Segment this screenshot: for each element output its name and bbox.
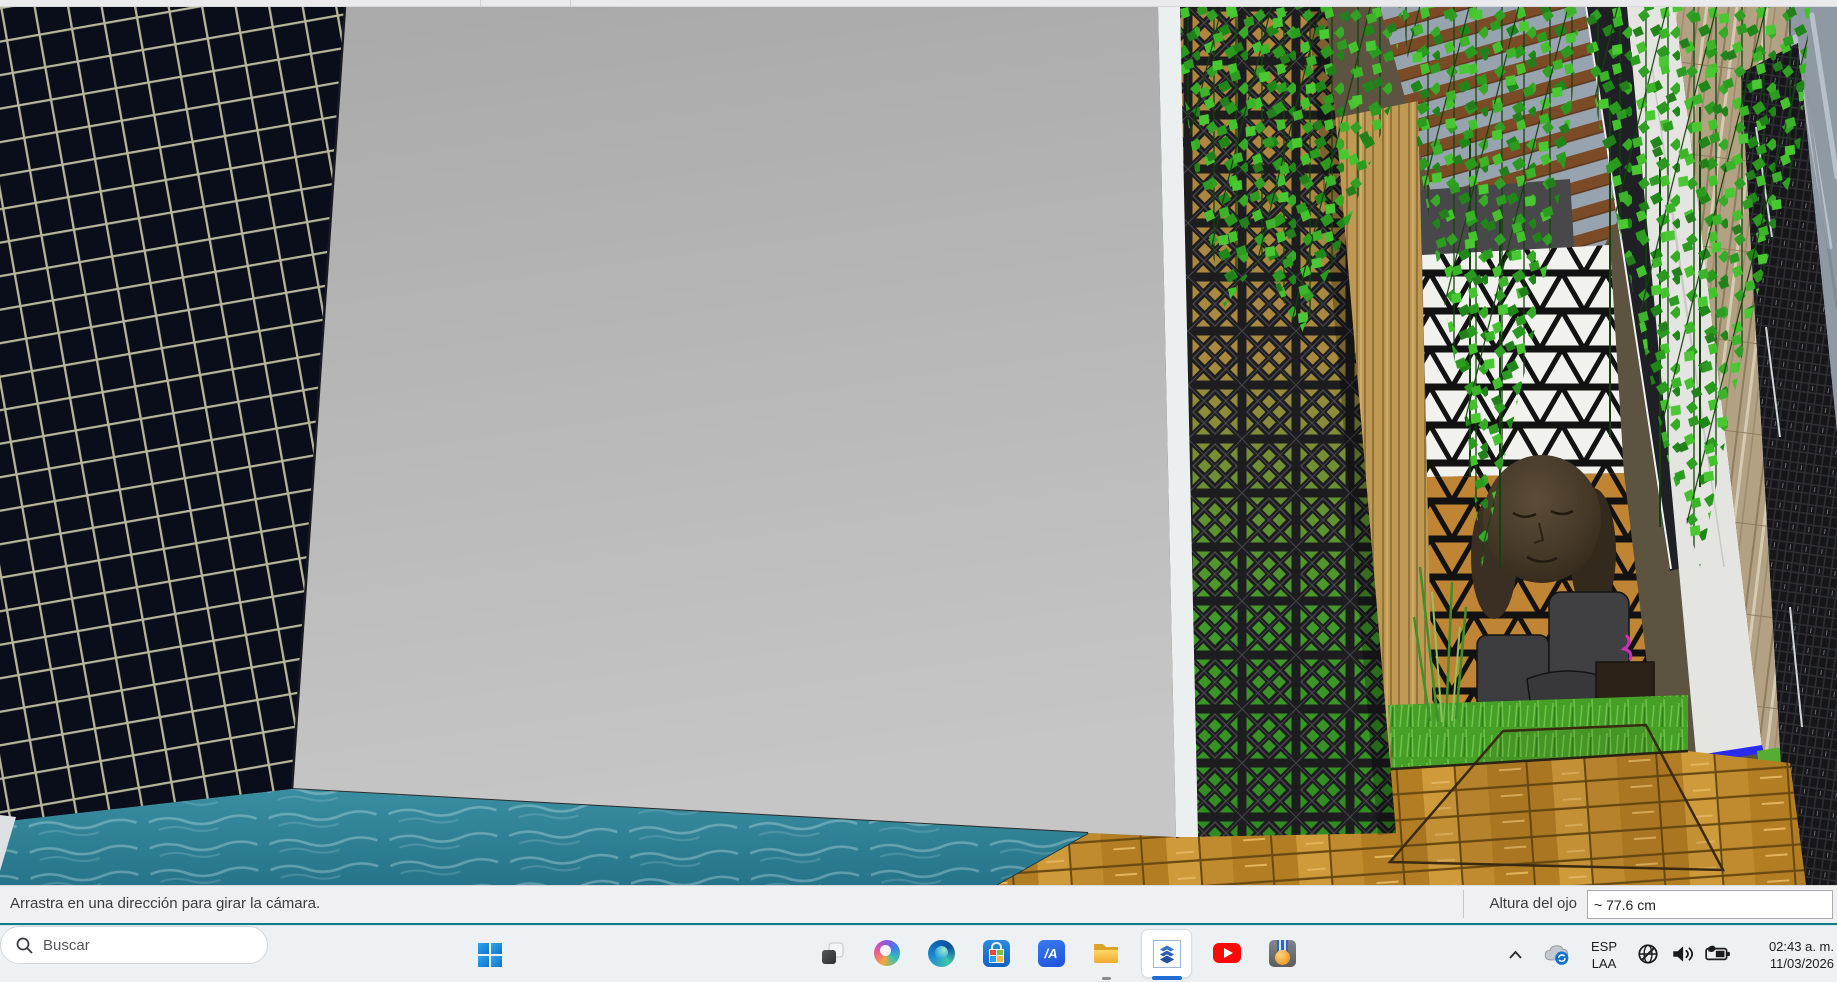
tile-wall bbox=[0, 7, 345, 822]
windows-logo-icon bbox=[476, 941, 504, 969]
globe-no-internet-icon bbox=[1636, 942, 1660, 966]
status-divider bbox=[1463, 890, 1464, 918]
language-line1: ESP bbox=[1591, 938, 1617, 955]
task-view-button[interactable] bbox=[817, 938, 847, 968]
search-icon bbox=[15, 936, 34, 955]
status-bar: Arrastra en una dirección para girar la … bbox=[0, 885, 1837, 923]
language-line2: LAA bbox=[1592, 955, 1617, 972]
volume-tray-button[interactable] bbox=[1668, 941, 1696, 967]
tray-expand-button[interactable] bbox=[1503, 943, 1527, 967]
medal-icon bbox=[1269, 940, 1296, 967]
sketchup-icon bbox=[1151, 938, 1183, 970]
tray-time: 02:43 a. m. bbox=[1769, 938, 1834, 955]
start-button[interactable] bbox=[473, 938, 507, 972]
language-indicator[interactable]: ESP LAA bbox=[1584, 935, 1624, 975]
file-explorer-running-dot bbox=[1102, 977, 1111, 980]
gray-wall bbox=[292, 7, 1176, 837]
copilot-button[interactable] bbox=[872, 938, 902, 968]
onedrive-cloud-icon bbox=[1542, 941, 1572, 967]
desktop-screen: Arrastra en una dirección para girar la … bbox=[0, 0, 1837, 982]
onedrive-tray-button[interactable] bbox=[1541, 940, 1573, 968]
search-input[interactable] bbox=[43, 937, 233, 954]
file-explorer-button[interactable] bbox=[1091, 938, 1121, 968]
eye-height-label: Altura del ojo bbox=[1472, 895, 1577, 912]
battery-saver-icon bbox=[1704, 942, 1732, 966]
network-tray-button[interactable] bbox=[1634, 941, 1662, 967]
taskbar-search[interactable] bbox=[0, 926, 268, 964]
medal-button[interactable] bbox=[1267, 938, 1297, 968]
store-windows-grid bbox=[989, 949, 1004, 963]
toolbar-strip bbox=[0, 0, 1837, 7]
speaker-icon bbox=[1670, 942, 1694, 966]
task-view-icon bbox=[819, 940, 846, 967]
chevron-up-icon bbox=[1505, 945, 1526, 965]
camera-hint-text: Arrastra en una dirección para girar la … bbox=[10, 895, 320, 912]
battery-tray-button[interactable] bbox=[1702, 941, 1734, 967]
sketchup-active-indicator bbox=[1152, 976, 1182, 980]
eye-height-input[interactable] bbox=[1587, 890, 1833, 919]
store-bag-handle bbox=[991, 942, 1002, 949]
sketchup-button-active[interactable] bbox=[1141, 929, 1192, 978]
clock[interactable]: 02:43 a. m. 11/03/2026 bbox=[1744, 935, 1834, 975]
3d-viewport[interactable] bbox=[0, 7, 1837, 885]
youtube-icon bbox=[1213, 943, 1241, 963]
microsoft-store-button[interactable] bbox=[981, 938, 1011, 968]
edge-icon bbox=[928, 940, 955, 967]
tray-date: 11/03/2026 bbox=[1770, 955, 1834, 972]
toolbar-divider bbox=[480, 0, 481, 7]
medal-coin bbox=[1275, 950, 1290, 965]
slash-a-icon: /A bbox=[1038, 940, 1065, 967]
taskbar: /A bbox=[0, 925, 1837, 982]
edge-button[interactable] bbox=[926, 938, 956, 968]
scene-svg bbox=[0, 7, 1837, 885]
microsoft-store-icon bbox=[983, 940, 1010, 967]
copilot-icon bbox=[874, 940, 900, 966]
slash-a-app-button[interactable]: /A bbox=[1036, 938, 1066, 968]
toolbar-divider bbox=[570, 0, 571, 7]
file-explorer-icon bbox=[1092, 941, 1120, 965]
youtube-button[interactable] bbox=[1212, 938, 1242, 968]
